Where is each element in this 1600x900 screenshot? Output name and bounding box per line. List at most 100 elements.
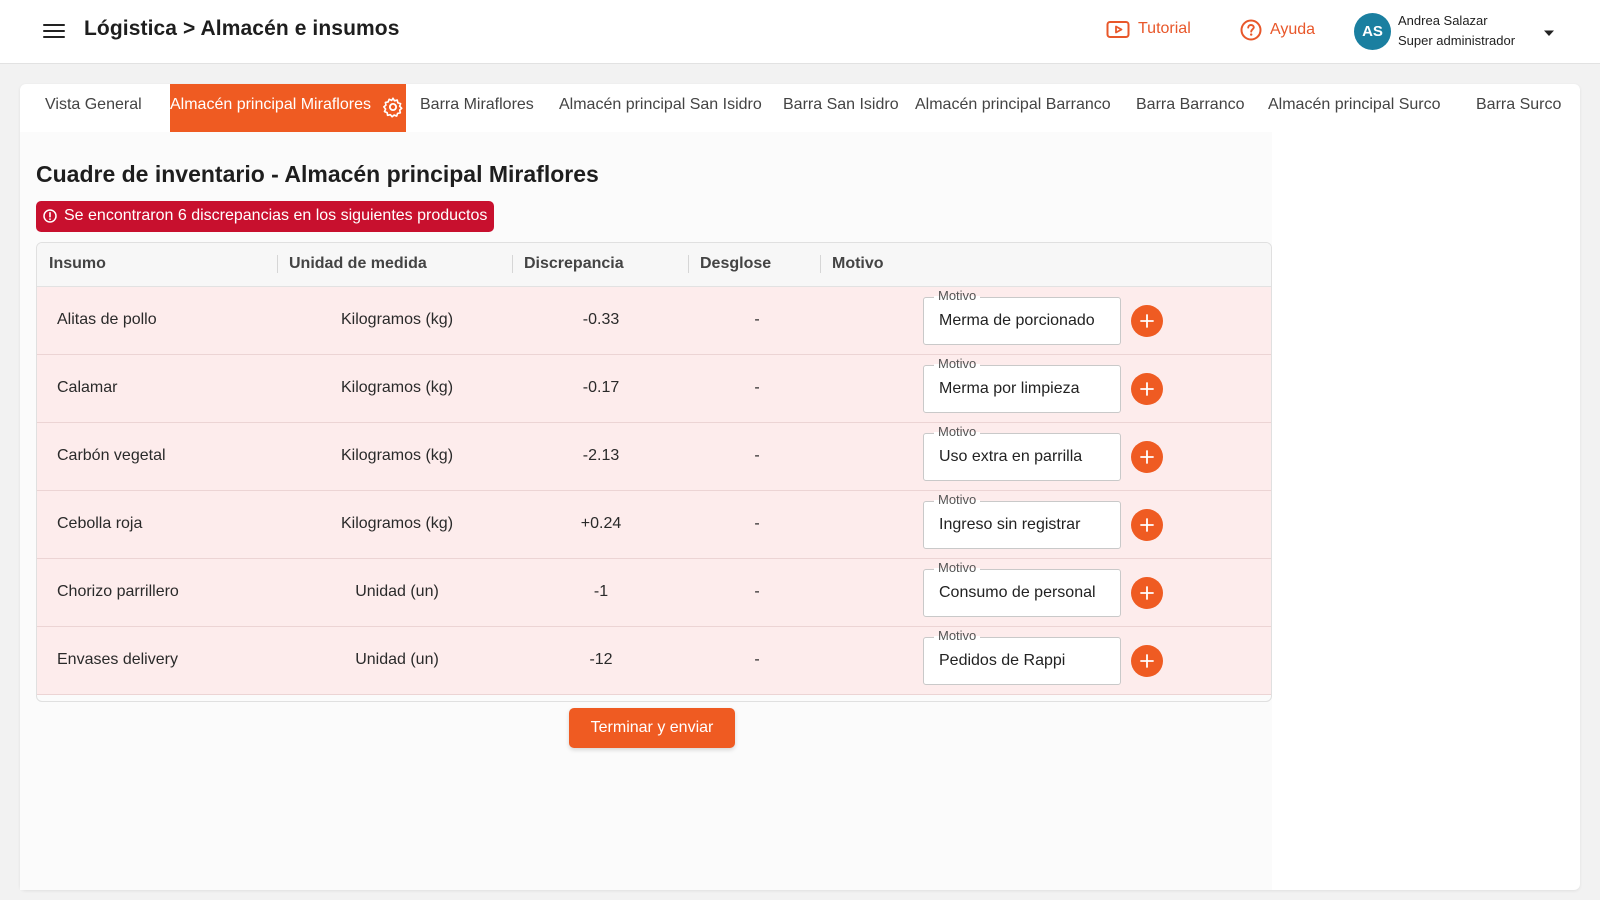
column-divider bbox=[688, 255, 689, 273]
cell-unidad: Kilogramos (kg) bbox=[340, 311, 454, 328]
caret-down-icon[interactable] bbox=[1540, 24, 1558, 42]
table-row: Alitas de pollo Kilogramos (kg) -0.33 - … bbox=[37, 287, 1271, 355]
cell-insumo: Calamar bbox=[57, 379, 118, 396]
cell-discrepancia: -2.13 bbox=[582, 447, 620, 464]
cell-desglose: - bbox=[754, 651, 760, 668]
tab-label: Barra Barranco bbox=[1136, 96, 1245, 113]
help-link[interactable]: Ayuda bbox=[1240, 19, 1315, 41]
cell-desglose: - bbox=[754, 379, 760, 396]
tab-barra-miraflores[interactable]: Barra Miraflores bbox=[420, 84, 534, 132]
help-label: Ayuda bbox=[1270, 21, 1316, 38]
column-header-desglose: Desglose bbox=[700, 255, 772, 272]
tab-label: Vista General bbox=[45, 96, 142, 113]
tab-barra-san-isidro[interactable]: Barra San Isidro bbox=[783, 84, 899, 132]
column-divider bbox=[277, 255, 278, 273]
column-divider bbox=[820, 255, 821, 273]
add-motivo-button[interactable] bbox=[1131, 645, 1163, 677]
cell-unidad: Unidad (un) bbox=[355, 583, 439, 600]
column-divider bbox=[512, 255, 513, 273]
motivo-field[interactable]: Motivo bbox=[923, 560, 1121, 617]
column-header-motivo: Motivo bbox=[832, 255, 884, 272]
inventory-heading: Cuadre de inventario - Almacén principal… bbox=[36, 161, 599, 187]
cell-unidad: Kilogramos (kg) bbox=[340, 447, 454, 464]
cell-desglose: - bbox=[754, 515, 760, 532]
motivo-input[interactable] bbox=[924, 366, 1120, 412]
cell-insumo: Alitas de pollo bbox=[57, 311, 157, 328]
motivo-field[interactable]: Motivo bbox=[923, 424, 1121, 481]
add-motivo-button[interactable] bbox=[1131, 373, 1163, 405]
cell-discrepancia: -1 bbox=[593, 583, 609, 600]
cell-desglose: - bbox=[754, 583, 760, 600]
cell-desglose: - bbox=[754, 311, 760, 328]
tab-barra-barranco[interactable]: Barra Barranco bbox=[1136, 84, 1245, 132]
cell-unidad: Unidad (un) bbox=[355, 651, 439, 668]
cell-unidad: Kilogramos (kg) bbox=[340, 515, 454, 532]
cell-discrepancia: -12 bbox=[589, 651, 613, 668]
tab-label: Almacén principal San Isidro bbox=[559, 96, 762, 113]
plus-icon bbox=[1140, 586, 1154, 600]
cell-desglose: - bbox=[754, 447, 760, 464]
tab-vista-general[interactable]: Vista General bbox=[45, 84, 142, 132]
table-row: Carbón vegetal Kilogramos (kg) -2.13 - M… bbox=[37, 423, 1271, 491]
hamburger-menu-icon[interactable] bbox=[40, 20, 68, 44]
motivo-field[interactable]: Motivo bbox=[923, 628, 1121, 685]
cell-discrepancia: -0.17 bbox=[582, 379, 620, 396]
add-motivo-button[interactable] bbox=[1131, 577, 1163, 609]
motivo-input[interactable] bbox=[924, 570, 1120, 616]
motivo-input[interactable] bbox=[924, 638, 1120, 684]
tab-label: Barra San Isidro bbox=[783, 96, 899, 113]
cell-insumo: Envases delivery bbox=[57, 651, 178, 668]
motivo-input[interactable] bbox=[924, 298, 1120, 344]
tab-label: Barra Miraflores bbox=[420, 96, 534, 113]
warehouse-tabs: Vista General Almacén principal Miraflor… bbox=[20, 84, 1580, 132]
add-motivo-button[interactable] bbox=[1131, 509, 1163, 541]
motivo-field[interactable]: Motivo bbox=[923, 288, 1121, 345]
top-bar: Lógistica > Almacén e insumos Tutorial A… bbox=[0, 0, 1600, 64]
tab-almacen-principal-barranco[interactable]: Almacén principal Barranco bbox=[915, 84, 1111, 132]
add-motivo-button[interactable] bbox=[1131, 441, 1163, 473]
user-role: Super administrador bbox=[1398, 33, 1516, 48]
avatar[interactable]: AS bbox=[1354, 13, 1391, 50]
motivo-field[interactable]: Motivo bbox=[923, 356, 1121, 413]
tab-label: Almacén principal Barranco bbox=[915, 96, 1111, 113]
video-play-icon bbox=[1106, 21, 1130, 38]
alert-circle-icon bbox=[43, 209, 57, 223]
plus-icon bbox=[1140, 314, 1154, 328]
motivo-input[interactable] bbox=[924, 502, 1120, 548]
cell-insumo: Carbón vegetal bbox=[57, 447, 166, 464]
cell-insumo: Chorizo parrillero bbox=[57, 583, 179, 600]
plus-icon bbox=[1140, 518, 1154, 532]
motivo-field[interactable]: Motivo bbox=[923, 492, 1121, 549]
tab-label: Barra Surco bbox=[1476, 96, 1562, 113]
column-header-unidad: Unidad de medida bbox=[289, 255, 427, 272]
gear-icon[interactable] bbox=[382, 96, 404, 118]
cell-discrepancia: -0.33 bbox=[582, 311, 620, 328]
submit-button[interactable]: Terminar y enviar bbox=[569, 708, 735, 748]
content-card: Vista General Almacén principal Miraflor… bbox=[20, 84, 1580, 890]
help-circle-icon bbox=[1240, 19, 1262, 41]
discrepancy-table: Insumo Unidad de medida Discrepancia Des… bbox=[36, 242, 1272, 702]
table-row: Calamar Kilogramos (kg) -0.17 - Motivo bbox=[37, 355, 1271, 423]
discrepancy-alert: Se encontraron 6 discrepancias en los si… bbox=[36, 201, 495, 232]
tab-label: Almacén principal Surco bbox=[1268, 96, 1441, 113]
table-row: Envases delivery Unidad (un) -12 - Motiv… bbox=[37, 627, 1271, 695]
add-motivo-button[interactable] bbox=[1131, 305, 1163, 337]
table-header: Insumo Unidad de medida Discrepancia Des… bbox=[37, 243, 1271, 287]
table-row: Cebolla roja Kilogramos (kg) +0.24 - Mot… bbox=[37, 491, 1271, 559]
plus-icon bbox=[1140, 382, 1154, 396]
plus-icon bbox=[1140, 654, 1154, 668]
tab-almacen-principal-surco[interactable]: Almacén principal Surco bbox=[1268, 84, 1441, 132]
user-name: Andrea Salazar bbox=[1398, 13, 1488, 28]
tutorial-link[interactable]: Tutorial bbox=[1106, 19, 1191, 39]
tab-almacen-principal-miraflores[interactable]: Almacén principal Miraflores bbox=[170, 84, 406, 132]
page-title: Lógistica > Almacén e insumos bbox=[84, 17, 400, 40]
motivo-input[interactable] bbox=[924, 434, 1120, 480]
column-header-discrepancia: Discrepancia bbox=[524, 255, 624, 272]
tab-barra-surco[interactable]: Barra Surco bbox=[1476, 84, 1561, 132]
tab-almacen-principal-san-isidro[interactable]: Almacén principal San Isidro bbox=[559, 84, 762, 132]
cell-insumo: Cebolla roja bbox=[57, 515, 143, 532]
column-header-insumo: Insumo bbox=[49, 255, 106, 272]
tutorial-label: Tutorial bbox=[1138, 20, 1191, 37]
tab-label: Almacén principal Miraflores bbox=[170, 96, 371, 113]
plus-icon bbox=[1140, 450, 1154, 464]
